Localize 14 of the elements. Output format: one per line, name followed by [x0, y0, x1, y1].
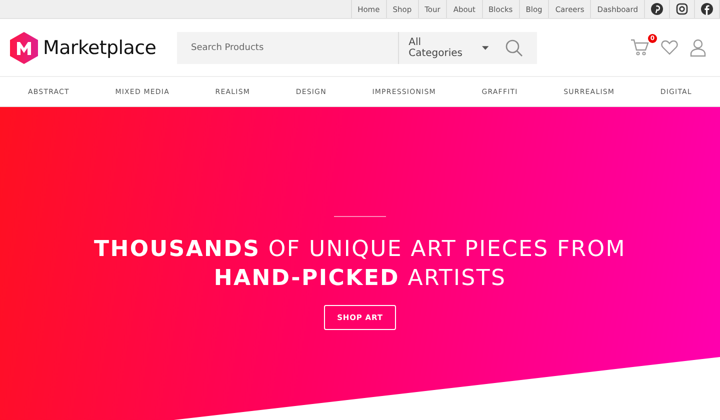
instagram-icon[interactable] [676, 3, 688, 15]
hero-headline: THOUSANDS OF UNIQUE ART PIECES FROM HAND-PICKED ARTISTS [93, 236, 627, 293]
search-icon[interactable] [505, 38, 523, 56]
logo-text[interactable]: Marketplace [43, 36, 156, 58]
pinterest-icon[interactable] [651, 3, 663, 15]
cart-icon[interactable] [631, 39, 649, 56]
user-icon[interactable] [690, 38, 706, 56]
category-dropdown[interactable]: All Categories [398, 32, 497, 64]
heart-icon[interactable] [661, 40, 678, 55]
search-button[interactable] [497, 32, 537, 64]
caret-icon[interactable] [482, 46, 489, 50]
logo-icon[interactable] [10, 32, 38, 64]
search-field[interactable]: Search Products [177, 32, 398, 64]
facebook-icon[interactable] [701, 3, 713, 15]
